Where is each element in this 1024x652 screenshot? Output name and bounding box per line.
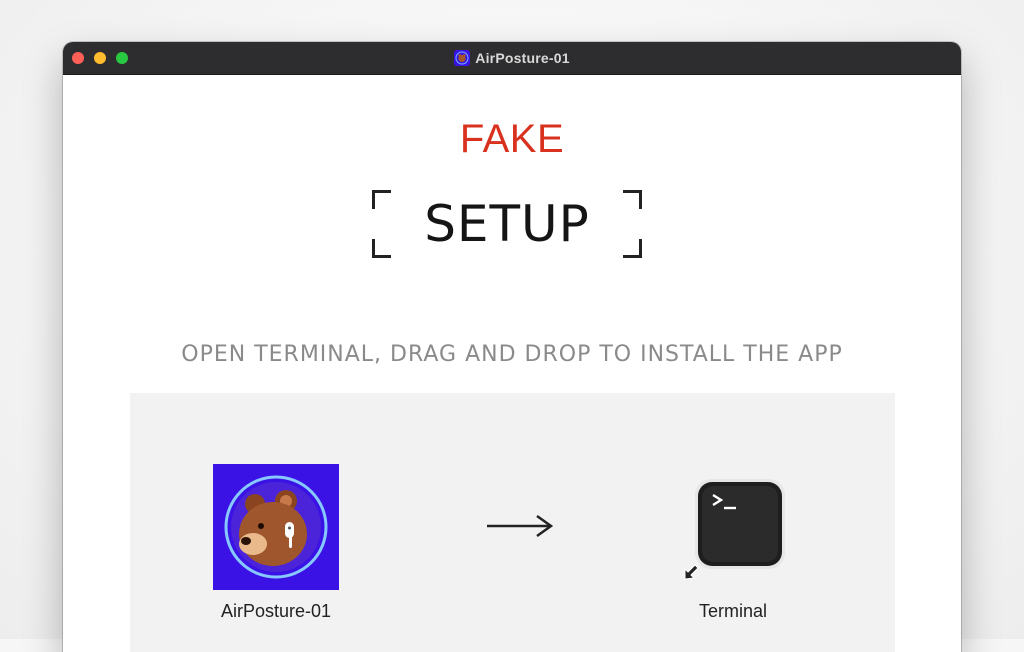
bear-app-icon[interactable]	[213, 464, 339, 590]
window-title: AirPosture-01	[475, 50, 570, 66]
right-arrow-icon	[487, 514, 554, 538]
terminal-label: Terminal	[698, 601, 768, 621]
bear-app-icon	[454, 50, 471, 66]
setup-label: SETUP	[424, 195, 590, 253]
setup-heading: SETUP	[372, 190, 642, 258]
install-instruction: OPEN TERMINAL, DRAG AND DROP TO INSTALL …	[181, 342, 843, 367]
window-content: FAKE SETUP OPEN TERMINAL, DRAG AND DROP …	[63, 75, 961, 652]
drag-drop-area: AirPosture-01 Terminal	[130, 393, 895, 652]
fake-label: FAKE	[459, 117, 565, 161]
window-title-group: AirPosture-01	[63, 42, 961, 74]
title-bar[interactable]: AirPosture-01	[63, 42, 961, 75]
terminal-icon[interactable]	[683, 479, 785, 581]
installer-window: AirPosture-01 FAKE SETUP OPEN TERMINAL, …	[63, 42, 961, 652]
app-name-label: AirPosture-01	[220, 601, 332, 621]
